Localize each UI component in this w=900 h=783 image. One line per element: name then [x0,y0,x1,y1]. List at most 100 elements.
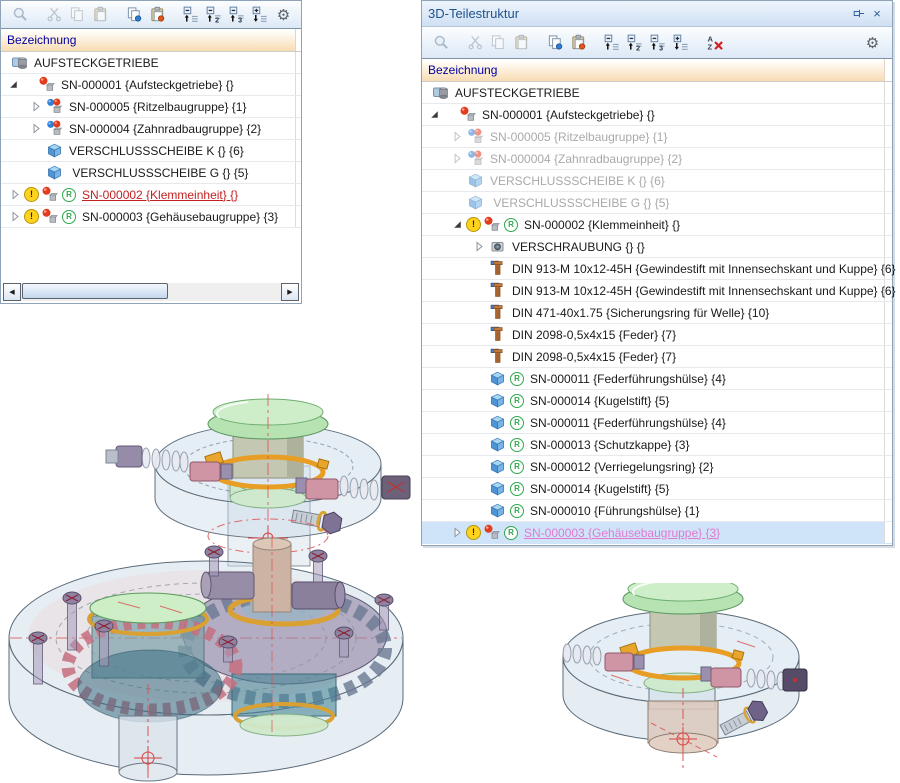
released-icon [504,218,518,232]
expander-collapsed-icon[interactable] [8,209,23,224]
pin-icon[interactable] [850,5,868,23]
expander-collapsed-icon[interactable] [29,99,44,114]
tree-row[interactable]: SN-000014 {Kugelstift} {5} [422,390,892,412]
assembly-icon [41,208,59,225]
tree-row[interactable]: DIN 913-M 10x12-45H {Gewindestift mit In… [422,280,892,302]
column-header-bezeichnung[interactable]: Bezeichnung [422,59,892,82]
tree-row[interactable]: SN-000004 {Zahnradbaugruppe} {2} [422,148,892,170]
tree-row[interactable]: SN-000005 {Ritzelbaugruppe} {1} [422,126,892,148]
tree-row[interactable]: SN-000003 {Gehäusebaugruppe} {3} [1,206,301,228]
expander-collapsed-icon[interactable] [472,239,487,254]
tree-item-label: VERSCHLUSSSCHEIBE K {} {6} [66,144,244,158]
tree-row[interactable]: AUFSTECKGETRIEBE [422,82,892,104]
assembly-3d-render[interactable] [0,386,458,783]
copy-special-icon[interactable] [544,32,567,54]
part-cube-icon [489,370,507,387]
tree-item-label: SN-000004 {Zahnradbaugruppe} {2} [66,122,261,136]
search-icon [9,4,32,26]
expander-expanded-icon[interactable] [450,217,465,232]
tree-row[interactable]: SN-000005 {Ritzelbaugruppe} {1} [1,96,301,118]
expander-collapsed-icon[interactable] [450,129,465,144]
paste-special-icon[interactable] [567,32,590,54]
expander-expanded-icon[interactable] [427,107,442,122]
assembly-icon [41,186,59,203]
tree-item-label: SN-000012 {Verriegelungsring} {2} [527,460,713,474]
tree-row[interactable]: SN-000004 {Zahnradbaugruppe} {2} [1,118,301,140]
tree-row[interactable]: SN-000011 {Federführungshülse} {4} [422,412,892,434]
tree-row[interactable]: SN-000011 {Federführungshülse} {4} [422,368,892,390]
tree-item-label: VERSCHLUSSSCHEIBE K {} {6} [487,174,665,188]
collapse-all-icon[interactable] [180,4,203,26]
tree-item-label: VERSCHLUSSSCHEIBE G {} {5} [487,196,669,210]
column-header-bezeichnung[interactable]: Bezeichnung [1,29,301,52]
expander-collapsed-icon[interactable] [8,187,23,202]
released-icon [62,188,76,202]
tree-row[interactable]: SN-000010 {Führungshülse} {1} [422,500,892,522]
assembly-root-icon [432,84,450,101]
assembly-icon [38,76,56,93]
close-icon[interactable]: × [868,5,886,23]
assembly-icon [483,216,501,233]
tree-row[interactable]: SN-000002 {Klemmeinheit} {} [422,214,892,236]
tree-item-label: SN-000013 {Schutzkappe} {3} [527,438,689,452]
column-header-label: Bezeichnung [7,33,76,47]
expand-all-icon[interactable] [670,32,693,54]
tree-item-label: SN-000005 {Ritzelbaugruppe} {1} [66,100,246,114]
expand-level-2-icon[interactable] [624,32,647,54]
parts-list-panel-left: ⚙ Bezeichnung AUFSTECKGETRIEBE SN-000001… [0,0,302,304]
tree-row[interactable]: VERSCHLUSSSCHEIBE K {} {6} [1,140,301,162]
collapse-all-icon[interactable] [601,32,624,54]
expand-level-3-icon[interactable] [647,32,670,54]
tree-row[interactable]: VERSCHLUSSSCHEIBE G {} {5} [1,162,301,184]
tree-row[interactable]: DIN 471-40x1.75 {Sicherungsring für Well… [422,302,892,324]
panel-title: 3D-Teilestruktur [428,6,519,21]
search-icon [430,32,453,54]
panel-title-bar[interactable]: 3D-Teilestruktur × [422,1,892,27]
remove-sort-icon[interactable] [704,32,727,54]
tree-row[interactable]: SN-000002 {Klemmeinheit} {} [1,184,301,206]
tree-row[interactable]: SN-000001 {Aufsteckgetriebe} {} [1,74,301,96]
klemmeinheit-3d-render[interactable] [555,583,900,783]
tree-row[interactable]: DIN 2098-0,5x4x15 {Feder} {7} [422,346,892,368]
horizontal-scrollbar[interactable]: ◀ ▶ [3,283,299,301]
part-cube-icon [489,436,507,453]
tree-row[interactable]: SN-000014 {Kugelstift} {5} [422,478,892,500]
expand-all-icon[interactable] [249,4,272,26]
expand-level-3-icon[interactable] [226,4,249,26]
tree-row[interactable]: SN-000012 {Verriegelungsring} {2} [422,456,892,478]
scroll-left-button[interactable]: ◀ [3,283,21,301]
scroll-right-button[interactable]: ▶ [281,283,299,301]
paste-special-icon[interactable] [146,4,169,26]
tree-row-selected[interactable]: SN-000003 {Gehäusebaugruppe} {3} [422,522,892,544]
tree-row[interactable]: DIN 2098-0,5x4x15 {Feder} {7} [422,324,892,346]
released-icon [510,482,524,496]
settings-gear-icon[interactable]: ⚙ [861,32,884,54]
scrollbar-track[interactable] [21,283,281,301]
released-icon [510,504,524,518]
released-icon [62,210,76,224]
tree-row[interactable]: DIN 913-M 10x12-45H {Gewindestift mit In… [422,258,892,280]
expander-collapsed-icon[interactable] [450,151,465,166]
tree-row[interactable]: SN-000013 {Schutzkappe} {3} [422,434,892,456]
expander-expanded-icon[interactable] [6,77,21,92]
din-norm-part-icon [489,348,507,365]
tree-row[interactable]: VERSCHLUSSSCHEIBE G {} {5} [422,192,892,214]
settings-gear-icon[interactable]: ⚙ [272,4,295,26]
expander-collapsed-icon[interactable] [29,121,44,136]
copy-special-icon[interactable] [123,4,146,26]
tree-row[interactable]: VERSCHLUSSSCHEIBE K {} {6} [422,170,892,192]
din-norm-part-icon [489,260,507,277]
tree-item-label: SN-000001 {Aufsteckgetriebe} {} [479,108,655,122]
tree-item-label: DIN 471-40x1.75 {Sicherungsring für Well… [509,306,769,320]
tree-row[interactable]: SN-000001 {Aufsteckgetriebe} {} [422,104,892,126]
tree-row[interactable]: AUFSTECKGETRIEBE [1,52,301,74]
expand-level-2-icon[interactable] [203,4,226,26]
copy-icon [487,32,510,54]
right-toolbar: ⚙ [422,27,892,59]
part-cube-icon [489,502,507,519]
tree-row[interactable]: VERSCHRAUBUNG {} {} [422,236,892,258]
right-tree: AUFSTECKGETRIEBE SN-000001 {Aufsteckgetr… [422,82,892,544]
scrollbar-thumb[interactable] [22,283,168,299]
din-norm-part-icon [489,326,507,343]
released-icon [510,460,524,474]
